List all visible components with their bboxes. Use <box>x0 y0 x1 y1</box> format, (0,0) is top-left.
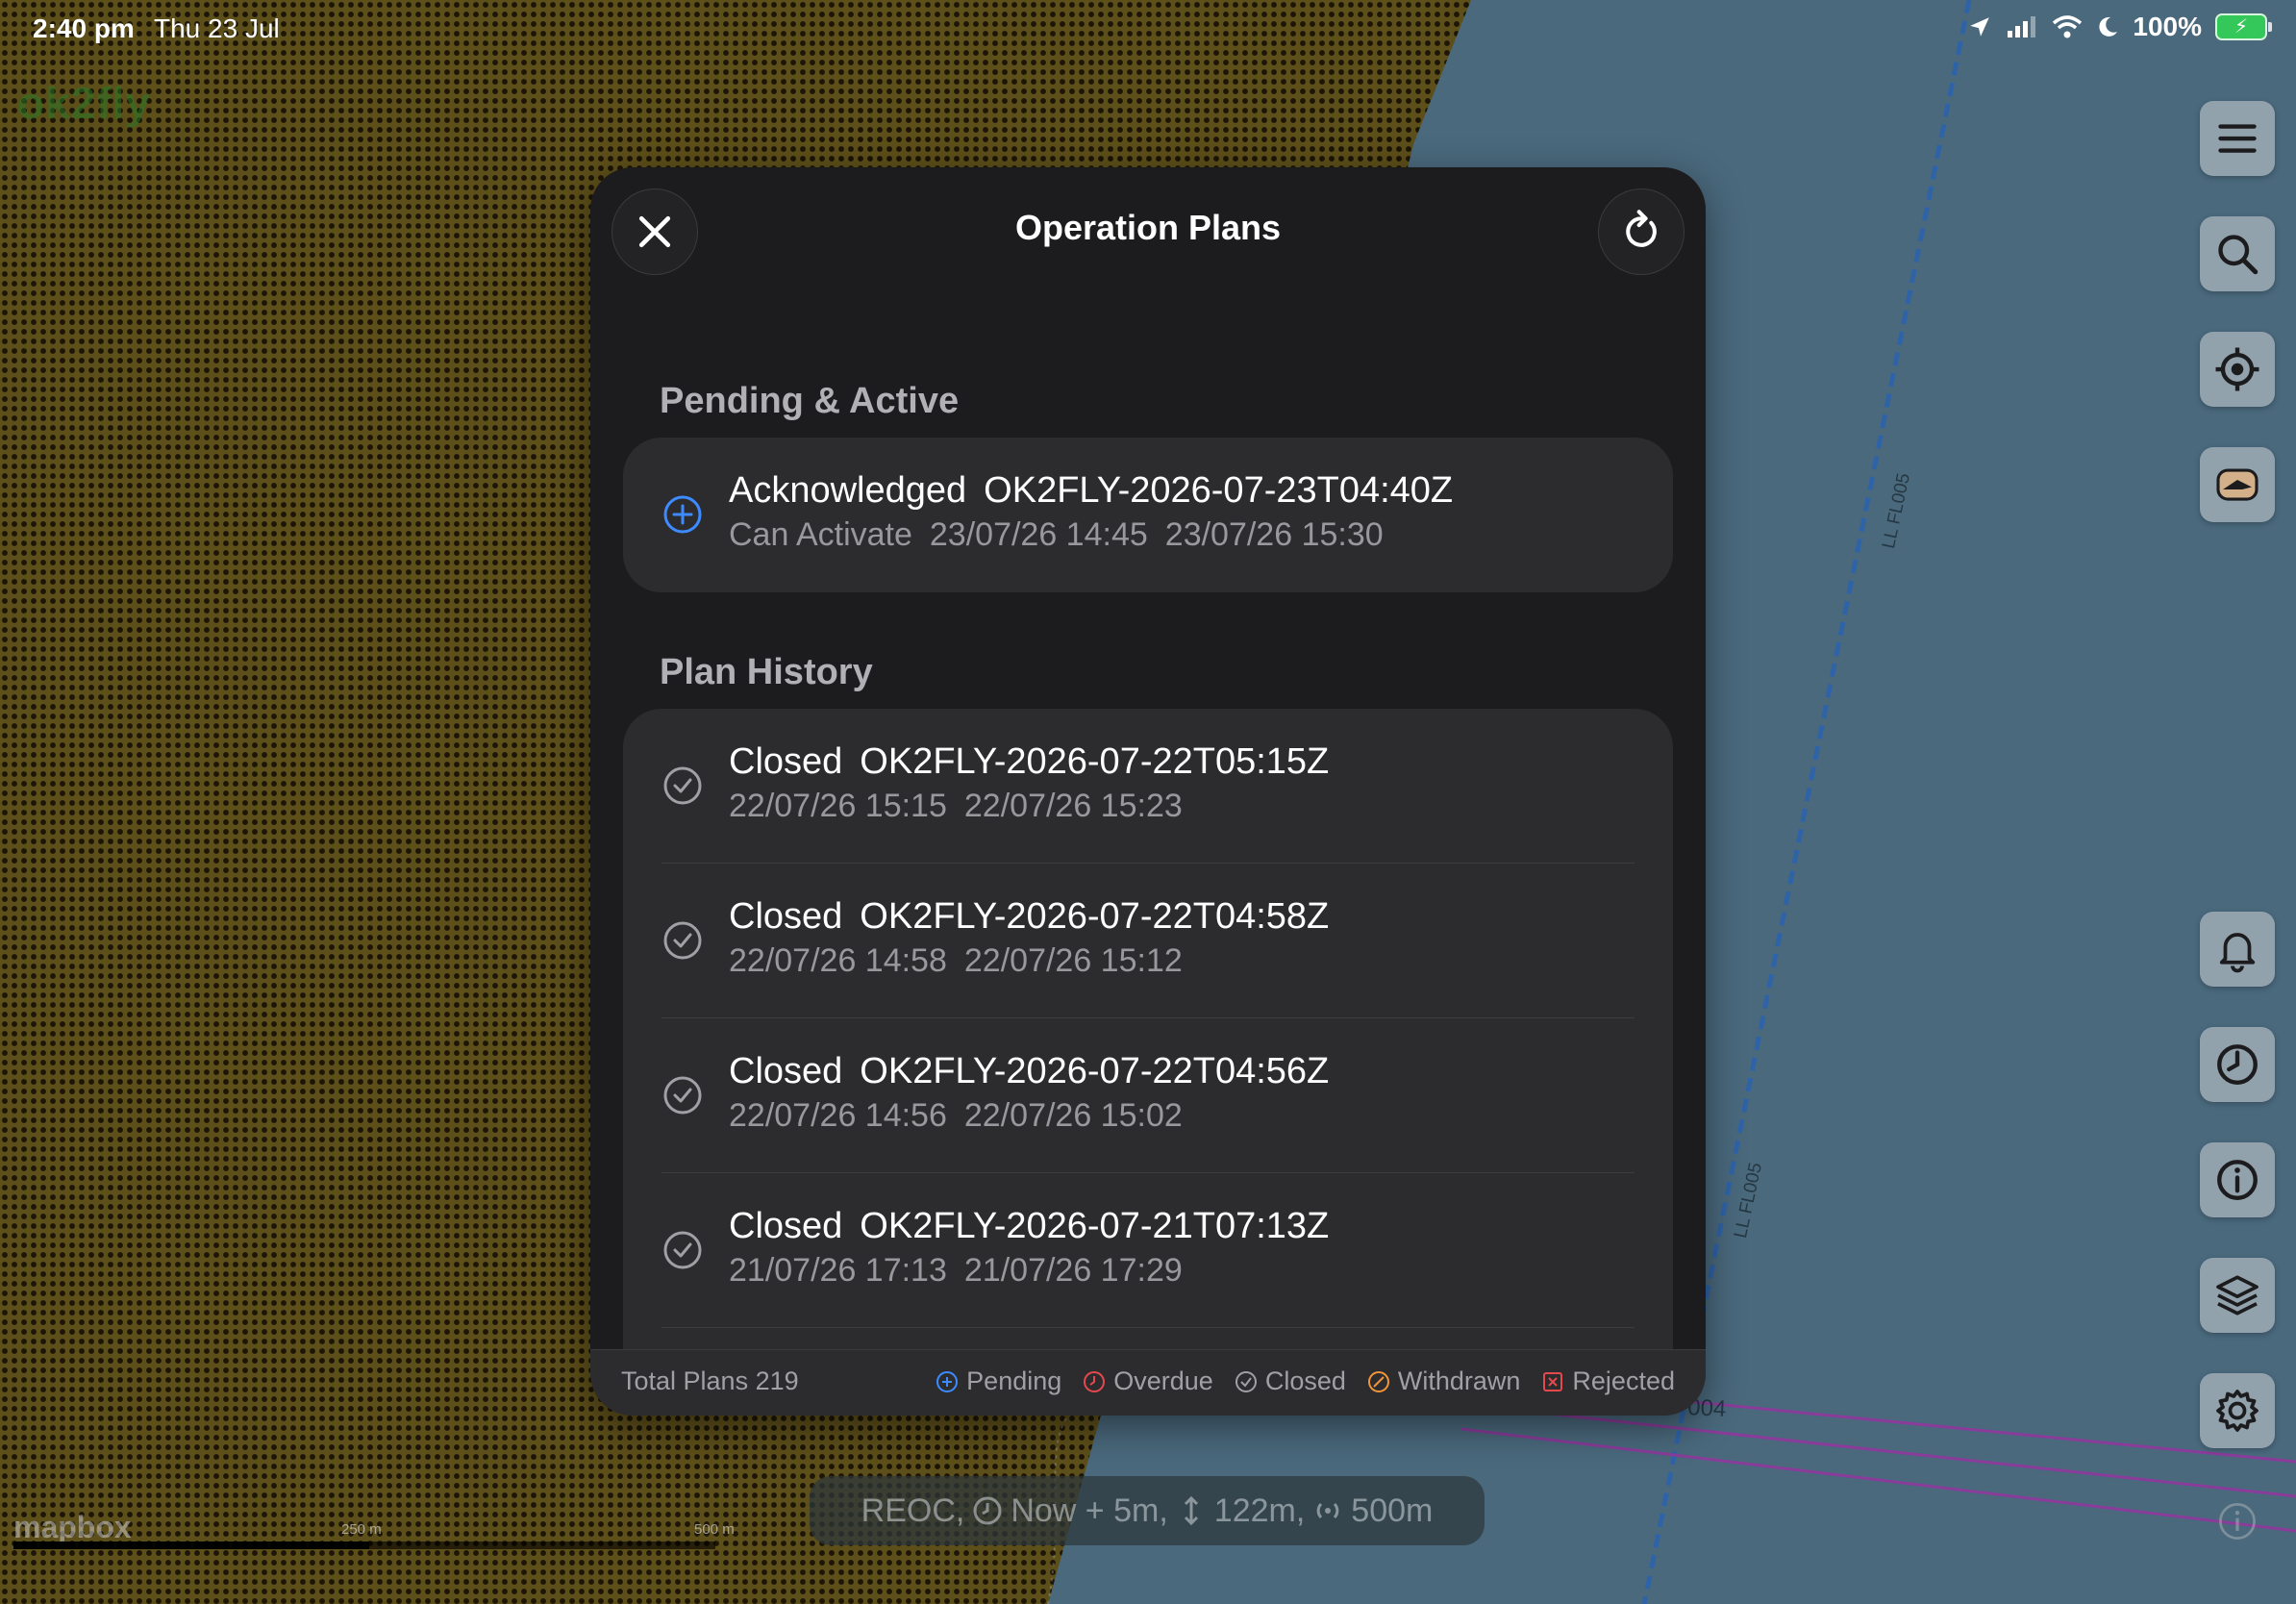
check-circle-icon <box>663 921 702 960</box>
plan-start: 23/07/26 14:45 <box>929 516 1148 553</box>
modal-footer: Total Plans 219 Pending Overdue Closed W… <box>590 1349 1706 1416</box>
legend-label: Withdrawn <box>1397 1366 1521 1395</box>
plan-substatus: Can Activate <box>729 516 912 553</box>
pilot-icon <box>2216 468 2259 501</box>
map-info-icon[interactable] <box>2216 1500 2259 1542</box>
legend-closed: Closed <box>1235 1366 1346 1396</box>
check-circle-icon <box>1235 1370 1257 1392</box>
plan-status: Closed <box>729 1206 843 1246</box>
status-time: 2:40 pm <box>33 13 135 43</box>
plan-status: Closed <box>729 741 843 782</box>
operation-height: 122m, <box>1213 1491 1306 1529</box>
info-icon <box>2217 1160 2258 1200</box>
hamburger-icon <box>2218 124 2257 153</box>
plan-history-card: Closed OK2FLY-2026-07-22T05:15Z 22/07/26 … <box>623 709 1673 1382</box>
plan-start: 21/07/26 17:13 <box>729 1252 947 1289</box>
battery-icon: ⚡ <box>2215 13 2272 40</box>
plan-id: OK2FLY-2026-07-22T04:58Z <box>860 896 1330 937</box>
clock-icon <box>1084 1370 1106 1392</box>
layers-icon <box>2216 1275 2259 1316</box>
x-square-icon <box>1543 1371 1563 1391</box>
scale-label-end: 500 m <box>694 1521 735 1538</box>
plan-end: 21/07/26 17:29 <box>963 1252 1183 1289</box>
wifi-icon <box>2053 15 2083 38</box>
total-plans: Total Plans 219 <box>621 1366 799 1395</box>
location-arrow-icon <box>1970 17 1990 37</box>
legend-overdue: Overdue <box>1083 1366 1213 1396</box>
plan-id: OK2FLY-2026-07-22T05:15Z <box>860 741 1330 782</box>
legend-pending: Pending <box>936 1366 1061 1396</box>
plan-status: Closed <box>729 1051 843 1091</box>
check-circle-icon <box>663 1231 702 1269</box>
plan-row[interactable]: Closed OK2FLY-2026-07-22T04:56Z 22/07/26 … <box>623 1018 1673 1173</box>
plan-start: 22/07/26 14:58 <box>729 942 947 979</box>
legend-label: Overdue <box>1113 1366 1213 1395</box>
check-circle-icon <box>663 1076 702 1115</box>
battery-percent: 100% <box>2133 12 2202 41</box>
active-plans-card: Acknowledged OK2FLY-2026-07-23T04:40Z Can… <box>623 438 1673 592</box>
drone-pilot-button[interactable] <box>2200 447 2275 522</box>
search-button[interactable] <box>2200 216 2275 291</box>
status-date: Thu 23 Jul <box>154 13 280 43</box>
info-button[interactable] <box>2200 1142 2275 1217</box>
check-circle-icon <box>663 766 702 805</box>
clock-icon <box>2217 1044 2258 1085</box>
legend-withdrawn: Withdrawn <box>1367 1366 1521 1396</box>
operation-plans-modal: Operation Plans Pending & Active Acknowl… <box>590 167 1706 1416</box>
refresh-icon <box>1626 210 1657 247</box>
plan-row[interactable]: Closed OK2FLY-2026-07-22T05:15Z 22/07/26 … <box>623 709 1673 864</box>
operation-time: Now + 5m, <box>1011 1491 1168 1529</box>
plan-end: 22/07/26 15:02 <box>963 1097 1183 1134</box>
layers-button[interactable] <box>2200 1258 2275 1333</box>
plus-circle-icon <box>663 495 702 534</box>
section-pending-active: Pending & Active <box>660 381 960 421</box>
status-bar: 2:40 pm Thu 23 Jul 100% ⚡ <box>0 0 2296 60</box>
modal-title: Operation Plans <box>1014 208 1282 247</box>
notifications-button[interactable] <box>2200 912 2275 987</box>
menu-button[interactable] <box>2200 101 2275 176</box>
locate-button[interactable] <box>2200 332 2275 407</box>
app-logo: ok2fly <box>17 78 151 128</box>
map-scale-bar <box>13 1541 715 1549</box>
plan-start: 22/07/26 14:56 <box>729 1097 947 1134</box>
plan-row[interactable]: Closed OK2FLY-2026-07-21T07:13Z 21/07/26 … <box>623 1173 1673 1328</box>
search-icon <box>2218 235 2259 275</box>
history-button[interactable] <box>2200 1027 2275 1102</box>
plan-end: 22/07/26 15:12 <box>963 942 1183 979</box>
clock-icon <box>973 1496 1002 1525</box>
legend-label: Closed <box>1264 1366 1346 1395</box>
status-legend: Pending Overdue Closed Withdrawn Rejecte… <box>936 1366 1675 1396</box>
crosshair-icon <box>2215 347 2259 391</box>
gear-icon <box>2216 1390 2259 1432</box>
scale-label-mid: 250 m <box>341 1521 382 1538</box>
bell-icon <box>2219 933 2256 973</box>
operation-radius: 500m <box>1351 1491 1434 1529</box>
settings-button[interactable] <box>2200 1373 2275 1448</box>
moon-icon <box>2099 16 2118 37</box>
row-divider <box>661 1326 1635 1328</box>
plan-row[interactable]: Acknowledged OK2FLY-2026-07-23T04:40Z Can… <box>623 438 1673 592</box>
plan-id: OK2FLY-2026-07-22T04:56Z <box>860 1051 1330 1091</box>
legend-label: Pending <box>966 1366 1062 1395</box>
refresh-button[interactable] <box>1598 188 1685 275</box>
plan-row[interactable]: Closed OK2FLY-2026-07-22T04:58Z 22/07/26 … <box>623 864 1673 1018</box>
operation-area: REOC, <box>861 1491 965 1529</box>
plan-id: OK2FLY-2026-07-23T04:40Z <box>984 470 1454 511</box>
plan-end: 22/07/26 15:23 <box>963 788 1183 824</box>
radius-signal-icon <box>1316 1502 1339 1519</box>
altitude-arrows-icon <box>1184 1495 1198 1526</box>
section-plan-history: Plan History <box>660 652 873 692</box>
plan-id: OK2FLY-2026-07-21T07:13Z <box>860 1206 1330 1246</box>
plan-start: 22/07/26 15:15 <box>729 788 947 824</box>
plan-status: Acknowledged <box>729 470 967 511</box>
plan-end: 23/07/26 15:30 <box>1164 516 1384 553</box>
plan-status: Closed <box>729 896 843 937</box>
operation-summary-pill[interactable]: REOC, Now + 5m, 122m, 500m <box>810 1476 1485 1545</box>
mapbox-logo[interactable]: mapbox <box>13 1510 132 1545</box>
legend-label: Rejected <box>1572 1366 1675 1395</box>
plus-circle-icon <box>936 1370 959 1392</box>
slash-circle-icon <box>1367 1370 1389 1392</box>
cellular-signal-icon <box>2008 16 2036 38</box>
legend-rejected: Rejected <box>1541 1366 1675 1396</box>
